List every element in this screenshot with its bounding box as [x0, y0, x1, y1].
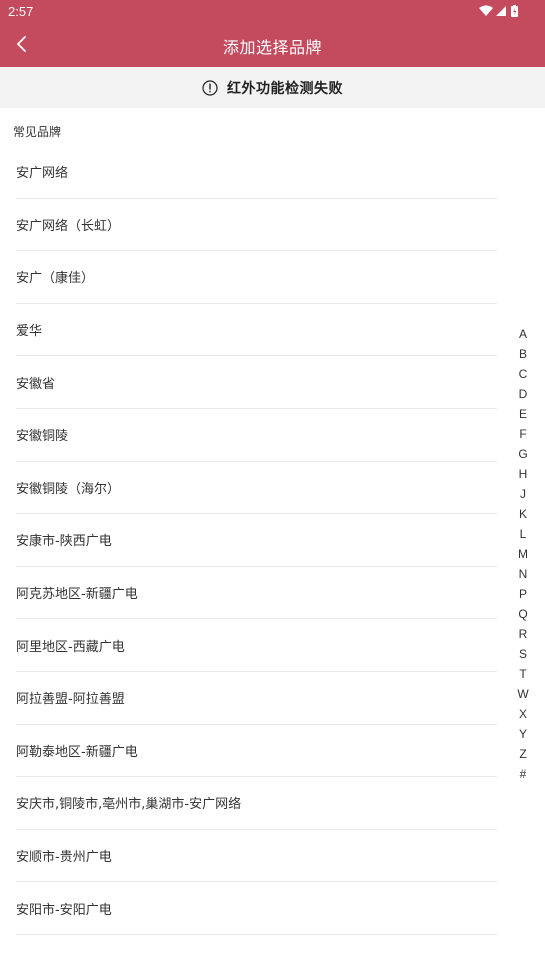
brand-list: 安广网络 安广网络（长虹） 安广（康佳） 爱华 安徽省 安徽铜陵 安徽铜陵（海尔） 安康市-陕…	[16, 146, 497, 935]
index-letter[interactable]: P	[511, 584, 535, 604]
index-letter[interactable]: Q	[511, 604, 535, 624]
index-letter[interactable]: T	[511, 664, 535, 684]
brand-list-item[interactable]: 阿拉善盟-阿拉善盟	[16, 672, 497, 725]
brand-list-item[interactable]: 阿里地区-西藏广电	[16, 619, 497, 672]
status-icons	[479, 5, 523, 17]
brand-list-item[interactable]: 安阳市-安阳广电	[16, 882, 497, 935]
index-letter[interactable]: F	[511, 424, 535, 444]
index-letter[interactable]: N	[511, 564, 535, 584]
warning-banner: 红外功能检测失败	[0, 67, 545, 108]
index-letter[interactable]: Y	[511, 724, 535, 744]
signal-icon	[496, 6, 506, 16]
wifi-icon	[479, 5, 493, 16]
brand-list-item[interactable]: 安徽铜陵（海尔）	[16, 462, 497, 515]
index-letter[interactable]: R	[511, 624, 535, 644]
exclamation-circle-icon	[202, 79, 218, 96]
brand-list-item[interactable]: 安庆市,铜陵市,亳州市,巢湖市-安广网络	[16, 777, 497, 830]
index-letter[interactable]: A	[511, 324, 535, 344]
brand-list-item[interactable]: 安广网络	[16, 146, 497, 199]
index-letter[interactable]: #	[511, 764, 535, 784]
warning-message: 红外功能检测失败	[227, 80, 343, 97]
status-bar: 2:57	[0, 0, 545, 22]
brand-list-item[interactable]: 安徽铜陵	[16, 409, 497, 462]
index-letter[interactable]: D	[511, 384, 535, 404]
index-letter[interactable]: H	[511, 464, 535, 484]
index-letter[interactable]: X	[511, 704, 535, 724]
index-letter[interactable]: G	[511, 444, 535, 464]
index-letter[interactable]: J	[511, 484, 535, 504]
brand-list-item[interactable]: 安顺市-贵州广电	[16, 830, 497, 883]
brand-list-item[interactable]: 安徽省	[16, 356, 497, 409]
brand-list-item[interactable]: 安广（康佳）	[16, 251, 497, 304]
index-letter[interactable]: B	[511, 344, 535, 364]
brand-list-item[interactable]: 安康市-陕西广电	[16, 514, 497, 567]
header: 2:57 添加选择品牌	[0, 0, 545, 67]
index-letter[interactable]: C	[511, 364, 535, 384]
index-letter[interactable]: M	[511, 544, 535, 564]
brand-list-item[interactable]: 阿克苏地区-新疆广电	[16, 567, 497, 620]
index-letter[interactable]: S	[511, 644, 535, 664]
alphabet-index-bar[interactable]: A B C D E F G H J K L M N P Q R S T W X Y Z #	[511, 324, 535, 784]
brand-list-item[interactable]: 阿勒泰地区-新疆广电	[16, 725, 497, 778]
index-letter[interactable]: Z	[511, 744, 535, 764]
section-label: 常见品牌	[13, 125, 62, 139]
brand-list-item[interactable]: 安广网络（长虹）	[16, 199, 497, 252]
page-title: 添加选择品牌	[222, 38, 322, 57]
brand-list-item[interactable]: 爱华	[16, 304, 497, 357]
index-letter[interactable]: L	[511, 524, 535, 544]
app-bar: 添加选择品牌	[0, 22, 545, 67]
index-letter[interactable]: W	[511, 684, 535, 704]
battery-icon	[511, 5, 518, 17]
index-letter[interactable]: E	[511, 404, 535, 424]
index-letter[interactable]: K	[511, 504, 535, 524]
status-time: 2:57	[8, 4, 34, 19]
